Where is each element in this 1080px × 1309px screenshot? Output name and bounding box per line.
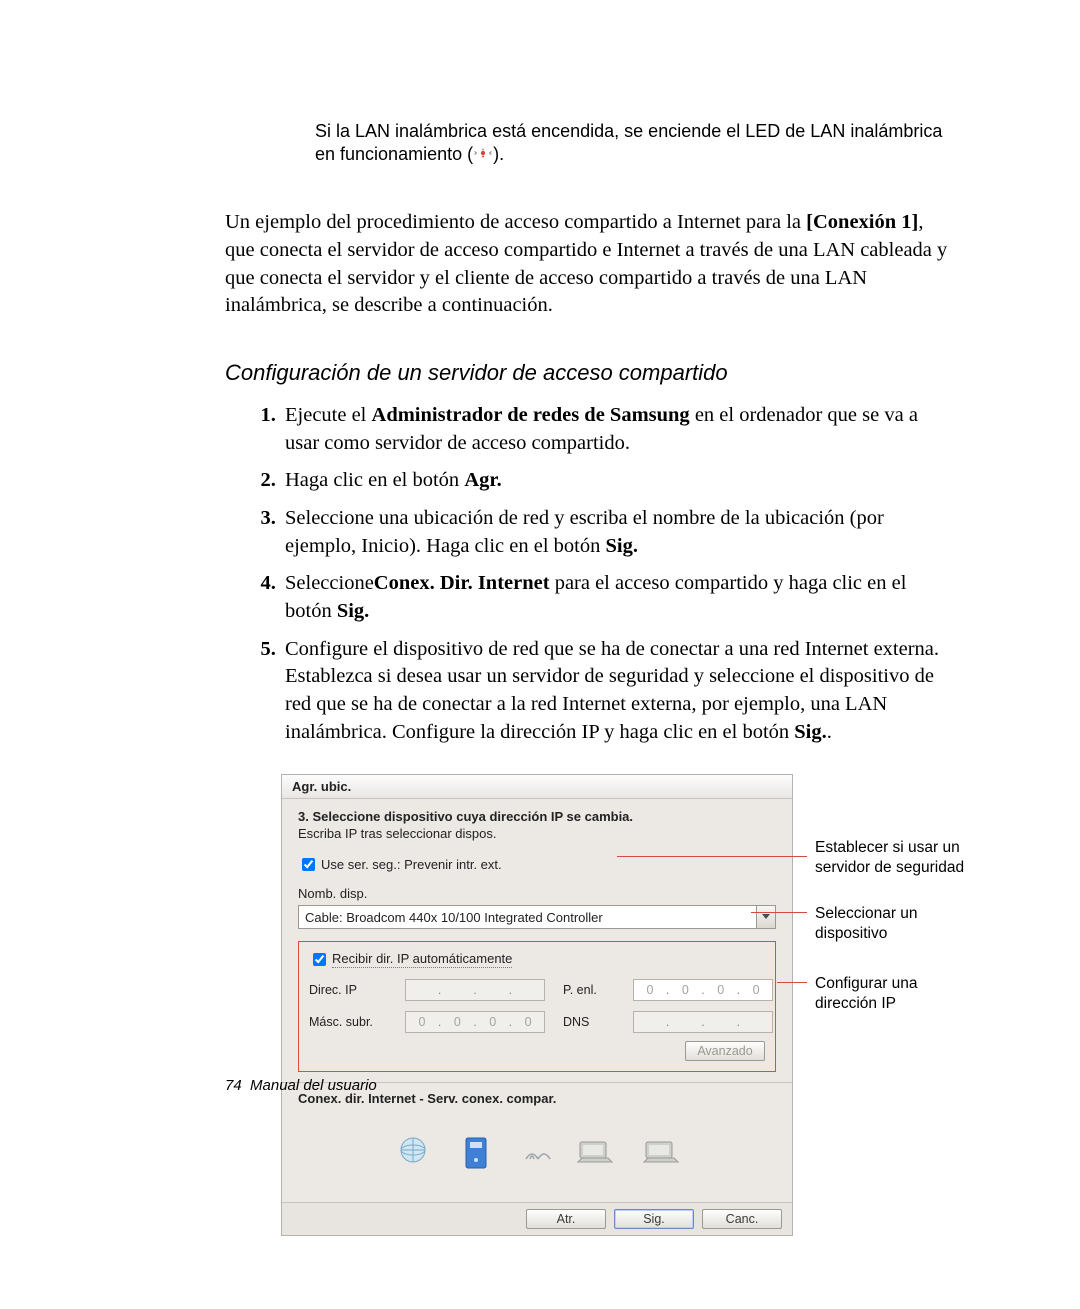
auto-ip-checkbox-label: Recibir dir. IP automáticamente xyxy=(332,951,512,968)
back-button[interactable]: Atr. xyxy=(526,1209,606,1229)
step-1: Ejecute el Administrador de redes de Sam… xyxy=(281,402,950,457)
page-footer: 74 Manual del usuario xyxy=(225,1077,377,1094)
ip-label: Direc. IP xyxy=(309,983,387,997)
step-2: Haga clic en el botón Agr. xyxy=(281,467,950,495)
wireless-icon xyxy=(522,1143,552,1163)
dialog-hint: Escriba IP tras seleccionar dispos. xyxy=(298,826,776,841)
laptop-icon xyxy=(572,1132,618,1174)
s3a: Seleccione una ubicación de red y escrib… xyxy=(285,507,884,557)
s2b: Agr. xyxy=(464,469,501,491)
auto-ip-checkbox[interactable] xyxy=(313,953,326,966)
s4d: Sig. xyxy=(337,600,369,622)
s4a: Seleccione xyxy=(285,572,374,594)
note-line1: Si la LAN inalámbrica está encendida, se… xyxy=(315,121,942,141)
s3b: Sig. xyxy=(605,535,637,557)
note-line2b: ). xyxy=(493,144,504,164)
s1b: Administrador de redes de Samsung xyxy=(372,404,690,426)
wifi-led-icon xyxy=(473,144,493,167)
page-number: 74 xyxy=(225,1077,242,1094)
intro-paragraph: Un ejemplo del procedimiento de acceso c… xyxy=(225,209,950,320)
gw2: 0 xyxy=(705,983,737,997)
intro-a: Un ejemplo del procedimiento de acceso c… xyxy=(225,211,806,233)
dialog-screenshot: Agr. ubic. 3. Seleccione dispositivo cuy… xyxy=(281,774,950,1236)
dialog-subtitle: 3. Seleccione dispositivo cuya dirección… xyxy=(298,809,776,824)
s2a: Haga clic en el botón xyxy=(285,469,464,491)
advanced-button[interactable]: Avanzado xyxy=(685,1041,765,1061)
steps-list: Ejecute el Administrador de redes de Sam… xyxy=(225,402,950,746)
dns-label: DNS xyxy=(563,1015,615,1029)
dialog-title: Agr. ubic. xyxy=(282,775,792,799)
device-combobox-value: Cable: Broadcom 440x 10/100 Integrated C… xyxy=(299,910,756,925)
cancel-button[interactable]: Canc. xyxy=(702,1209,782,1229)
s5c: . xyxy=(827,721,832,743)
ip-input[interactable]: . . . xyxy=(405,979,545,1001)
callout-device: Seleccionar un dispositivo xyxy=(815,904,975,943)
laptop-icon xyxy=(638,1132,684,1174)
callout-security: Establecer si usar un servidor de seguri… xyxy=(815,838,985,877)
gw1: 0 xyxy=(669,983,701,997)
dns-input[interactable]: . . . xyxy=(633,1011,773,1033)
security-checkbox-label: Use ser. seg.: Prevenir intr. ext. xyxy=(321,857,502,872)
server-icon xyxy=(456,1132,502,1174)
m1: 0 xyxy=(441,1015,473,1029)
security-checkbox-row[interactable]: Use ser. seg.: Prevenir intr. ext. xyxy=(298,855,776,874)
security-checkbox[interactable] xyxy=(302,858,315,871)
gw0: 0 xyxy=(634,983,666,997)
step-3: Seleccione una ubicación de red y escrib… xyxy=(281,505,950,560)
m2: 0 xyxy=(477,1015,509,1029)
device-combobox[interactable]: Cable: Broadcom 440x 10/100 Integrated C… xyxy=(298,905,776,929)
mask-label: Másc. subr. xyxy=(309,1015,387,1029)
intro-b: [Conexión 1] xyxy=(806,211,918,233)
gateway-input[interactable]: 0.0.0.0 xyxy=(633,979,773,1001)
wifi-led-note: Si la LAN inalámbrica está encendida, se… xyxy=(315,120,950,167)
step-5: Configure el dispositivo de red que se h… xyxy=(281,636,950,747)
callout-ip: Configurar una dirección IP xyxy=(815,974,975,1013)
gw3: 0 xyxy=(740,983,772,997)
note-line2a: en funcionamiento ( xyxy=(315,144,473,164)
add-location-dialog: Agr. ubic. 3. Seleccione dispositivo cuy… xyxy=(281,774,793,1236)
footer-label: Manual del usuario xyxy=(250,1077,377,1094)
s5b: Sig. xyxy=(794,721,826,743)
globe-icon xyxy=(390,1132,436,1174)
s4b: Conex. Dir. Internet xyxy=(374,572,550,594)
next-button[interactable]: Sig. xyxy=(614,1209,694,1229)
section-heading: Configuración de un servidor de acceso c… xyxy=(225,360,950,386)
ip-config-group: Recibir dir. IP automáticamente Direc. I… xyxy=(298,941,776,1072)
callout-lead-2 xyxy=(751,912,807,913)
callout-lead-3 xyxy=(777,982,807,983)
dialog-footer: Atr. Sig. Canc. xyxy=(282,1202,792,1235)
s5a: Configure el dispositivo de red que se h… xyxy=(285,638,939,743)
device-label: Nomb. disp. xyxy=(298,886,776,901)
chevron-down-icon[interactable] xyxy=(756,906,775,928)
auto-ip-checkbox-row[interactable]: Recibir dir. IP automáticamente xyxy=(309,950,765,969)
step-4: SeleccioneConex. Dir. Internet para el a… xyxy=(281,570,950,625)
s1a: Ejecute el xyxy=(285,404,372,426)
m0: 0 xyxy=(406,1015,438,1029)
mask-input[interactable]: 0.0.0.0 xyxy=(405,1011,545,1033)
topology-diagram xyxy=(298,1110,776,1196)
m3: 0 xyxy=(512,1015,544,1029)
gateway-label: P. enl. xyxy=(563,983,615,997)
callout-lead-1 xyxy=(617,856,807,857)
